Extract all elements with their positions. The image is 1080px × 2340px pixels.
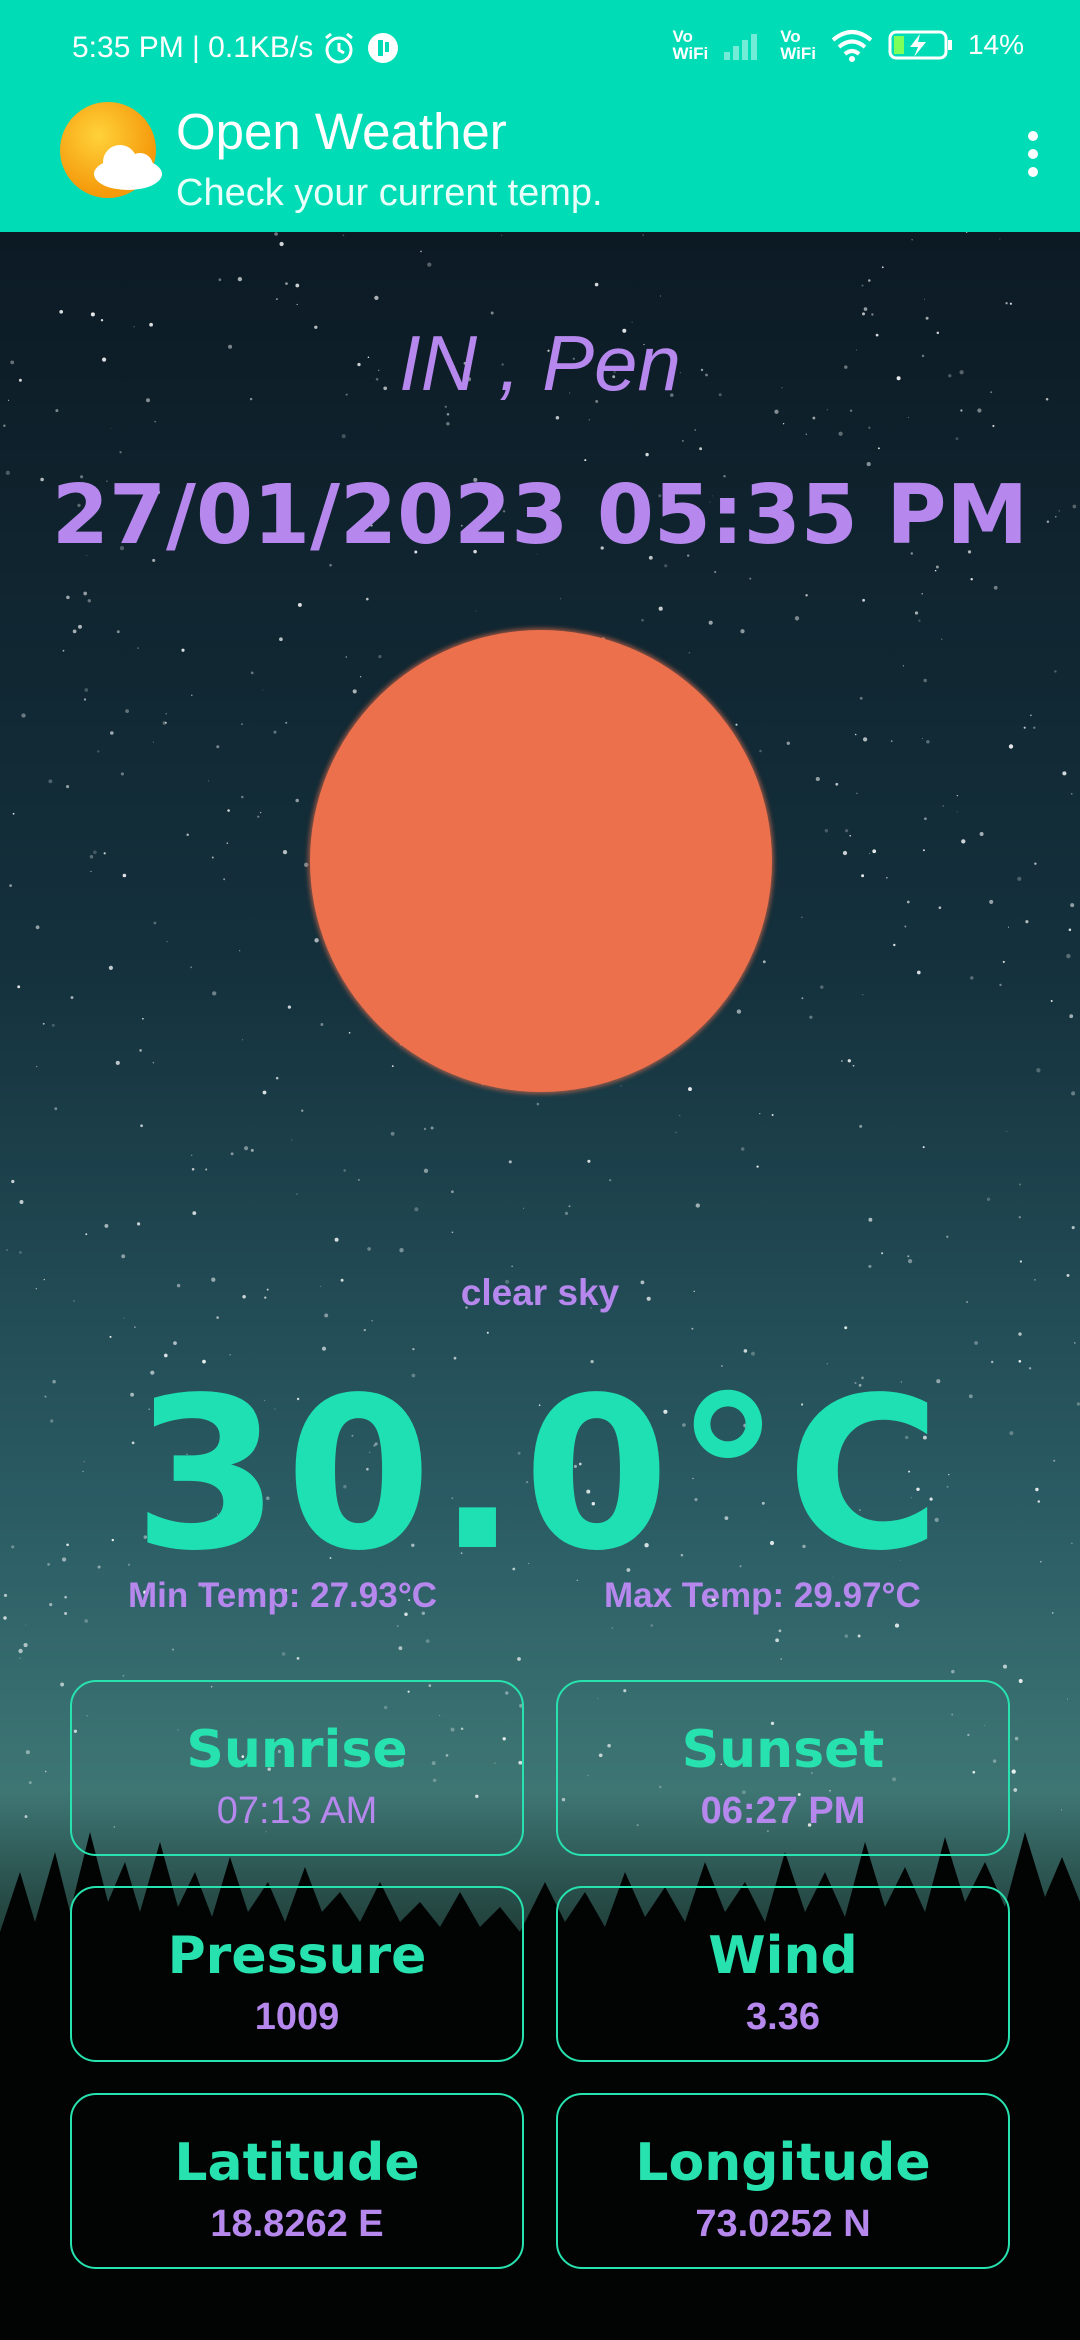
min-temperature: Min Temp: 27.93°C: [128, 1576, 437, 1615]
vowifi-label-2: Vo WiFi: [780, 27, 816, 63]
pressure-card: Pressure 1009: [70, 1886, 524, 2062]
weather-description: clear sky: [460, 1272, 620, 1313]
pressure-value: 1009: [254, 1996, 340, 2038]
wind-label: Wind: [708, 1926, 858, 1986]
latitude-value: 18.8262 E: [210, 2203, 384, 2245]
sunrise-label: Sunrise: [186, 1720, 408, 1780]
wind-value: 3.36: [746, 1996, 820, 2038]
app-subtitle: Check your current temp.: [176, 172, 603, 214]
sunset-value: 06:27 PM: [700, 1790, 866, 1832]
status-time: 5:35 PM | 0.1KB/s: [72, 31, 314, 64]
app-bar: Open Weather Check your current temp.: [0, 96, 1080, 232]
weather-logo-icon: [60, 102, 162, 198]
latitude-card: Latitude 18.8262 E: [70, 2093, 524, 2269]
battery-percent: 14%: [967, 29, 1024, 60]
status-bar: 5:35 PM | 0.1KB/s Vo WiFi Vo WiFi 14%: [0, 0, 1080, 96]
location-label: IN , Pen: [399, 319, 681, 407]
app-notification-icon: [368, 33, 399, 63]
sunset-card: Sunset 06:27 PM: [556, 1680, 1010, 1856]
more-options-icon[interactable]: [1016, 126, 1050, 186]
wifi-icon: [831, 30, 873, 62]
signal-icon: [724, 34, 758, 60]
app-title: Open Weather: [176, 103, 507, 160]
sunrise-value: 07:13 AM: [216, 1790, 378, 1832]
latitude-label: Latitude: [174, 2133, 420, 2193]
battery-charging-icon: [888, 30, 952, 60]
wind-card: Wind 3.36: [556, 1886, 1010, 2062]
alarm-icon: [325, 32, 354, 64]
max-temperature: Max Temp: 29.97°C: [604, 1576, 921, 1615]
longitude-label: Longitude: [635, 2133, 931, 2193]
longitude-value: 73.0252 N: [695, 2203, 871, 2245]
sunrise-card: Sunrise 07:13 AM: [70, 1680, 524, 1856]
sun-weather-icon: [310, 630, 772, 1092]
sunset-label: Sunset: [681, 1720, 885, 1780]
vowifi-label: Vo WiFi: [672, 27, 709, 63]
current-temperature: 30.0°C: [133, 1352, 947, 1597]
top-bar: 5:35 PM | 0.1KB/s Vo WiFi Vo WiFi 14% Op…: [0, 0, 1080, 232]
date-time-label: 27/01/2023 05:35 PM: [51, 468, 1029, 563]
longitude-card: Longitude 73.0252 N: [556, 2093, 1010, 2269]
pressure-label: Pressure: [167, 1926, 427, 1986]
